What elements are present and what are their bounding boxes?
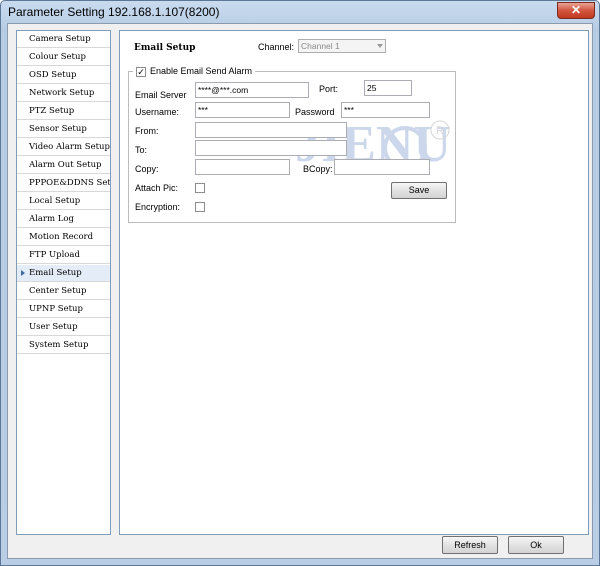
sidebar-item-upnp-setup[interactable]: UPNP Setup <box>17 301 110 318</box>
window-title: Parameter Setting 192.168.1.107(8200) <box>8 5 220 19</box>
email-server-input[interactable]: ****@***.com <box>195 82 309 98</box>
sidebar-item-label: PPPOE&DDNS Setup <box>29 178 110 188</box>
sidebar-item-sensor-setup[interactable]: Sensor Setup <box>17 121 110 138</box>
bcopy-input[interactable] <box>334 159 430 175</box>
sidebar-item-label: FTP Upload <box>29 250 80 260</box>
sidebar-item-pppoe-ddns-setup[interactable]: PPPOE&DDNS Setup <box>17 175 110 192</box>
from-input[interactable] <box>195 122 347 138</box>
enable-email-alarm-checkbox[interactable]: ✓ <box>136 67 146 77</box>
sidebar-menu: Camera Setup Colour Setup OSD Setup Network… <box>16 30 111 535</box>
enable-email-alarm-label: Enable Email Send Alarm <box>150 66 253 76</box>
email-alarm-group: ✓ Enable Email Send Alarm Email Server **… <box>128 65 456 223</box>
from-label: From: <box>135 126 159 136</box>
panel-title: Email Setup <box>134 43 196 53</box>
password-input[interactable]: *** <box>341 102 430 118</box>
sidebar-item-label: Colour Setup <box>29 52 86 62</box>
password-label: Password <box>295 107 335 117</box>
title-bar[interactable]: Parameter Setting 192.168.1.107(8200) ✕ <box>1 1 599 25</box>
username-label: Username: <box>135 107 180 117</box>
port-input[interactable]: 25 <box>364 80 412 96</box>
sidebar-item-label: Network Setup <box>29 88 95 98</box>
channel-select[interactable]: Channel 1 <box>298 39 386 53</box>
sidebar-item-label: Alarm Out Setup <box>29 160 102 170</box>
refresh-button[interactable]: Refresh <box>442 536 498 554</box>
sidebar-item-label: UPNP Setup <box>29 304 83 314</box>
ok-button[interactable]: Ok <box>508 536 564 554</box>
username-input[interactable]: *** <box>195 102 290 118</box>
sidebar-item-label: Camera Setup <box>29 34 91 44</box>
chevron-down-icon <box>377 44 383 48</box>
copy-input[interactable] <box>195 159 290 175</box>
to-input[interactable] <box>195 140 347 156</box>
attach-pic-checkbox[interactable] <box>195 183 205 193</box>
email-setup-panel: Email Setup Channel: Channel 1 JIENU R ✓… <box>119 30 589 535</box>
enable-email-alarm[interactable]: ✓ Enable Email Send Alarm <box>133 65 256 77</box>
parameter-setting-window: Parameter Setting 192.168.1.107(8200) ✕ … <box>0 0 600 566</box>
sidebar-item-label: Motion Record <box>29 232 94 242</box>
sidebar-item-motion-record[interactable]: Motion Record <box>17 229 110 246</box>
port-label: Port: <box>319 84 339 94</box>
sidebar-item-alarm-out-setup[interactable]: Alarm Out Setup <box>17 157 110 174</box>
encryption-checkbox[interactable] <box>195 202 205 212</box>
sidebar-item-osd-setup[interactable]: OSD Setup <box>17 67 110 84</box>
sidebar-item-label: System Setup <box>29 340 89 350</box>
sidebar-item-label: User Setup <box>29 322 78 332</box>
sidebar-item-center-setup[interactable]: Center Setup <box>17 283 110 300</box>
selected-arrow-icon <box>21 270 25 276</box>
sidebar-item-ptz-setup[interactable]: PTZ Setup <box>17 103 110 120</box>
sidebar-item-ftp-upload[interactable]: FTP Upload <box>17 247 110 264</box>
sidebar-item-label: Video Alarm Setup <box>29 142 110 152</box>
client-area: Camera Setup Colour Setup OSD Setup Network… <box>7 23 593 559</box>
sidebar-item-label: Center Setup <box>29 286 87 296</box>
sidebar-item-label: PTZ Setup <box>29 106 75 116</box>
sidebar-item-local-setup[interactable]: Local Setup <box>17 193 110 210</box>
sidebar-item-colour-setup[interactable]: Colour Setup <box>17 49 110 66</box>
sidebar-item-label: OSD Setup <box>29 70 77 80</box>
close-button[interactable]: ✕ <box>557 2 595 19</box>
copy-label: Copy: <box>135 164 159 174</box>
sidebar-item-label: Email Setup <box>29 268 82 278</box>
sidebar-item-email-setup[interactable]: Email Setup <box>17 265 110 282</box>
sidebar-item-video-alarm-setup[interactable]: Video Alarm Setup <box>17 139 110 156</box>
to-label: To: <box>135 145 148 155</box>
sidebar-item-user-setup[interactable]: User Setup <box>17 319 110 336</box>
bcopy-label: BCopy: <box>303 164 333 174</box>
attach-pic-label: Attach Pic: <box>135 183 179 193</box>
sidebar-item-label: Local Setup <box>29 196 81 206</box>
close-icon: ✕ <box>570 3 582 17</box>
sidebar-item-camera-setup[interactable]: Camera Setup <box>17 31 110 48</box>
channel-label: Channel: <box>258 42 295 52</box>
sidebar-item-network-setup[interactable]: Network Setup <box>17 85 110 102</box>
sidebar-item-label: Sensor Setup <box>29 124 87 134</box>
channel-select-value: Channel 1 <box>301 41 340 51</box>
encryption-label: Encryption: <box>135 202 181 212</box>
sidebar-item-label: Alarm Log <box>29 214 74 224</box>
save-button[interactable]: Save <box>391 182 447 199</box>
sidebar-item-alarm-log[interactable]: Alarm Log <box>17 211 110 228</box>
email-server-label: Email Server <box>135 90 187 100</box>
sidebar-item-system-setup[interactable]: System Setup <box>17 337 110 354</box>
